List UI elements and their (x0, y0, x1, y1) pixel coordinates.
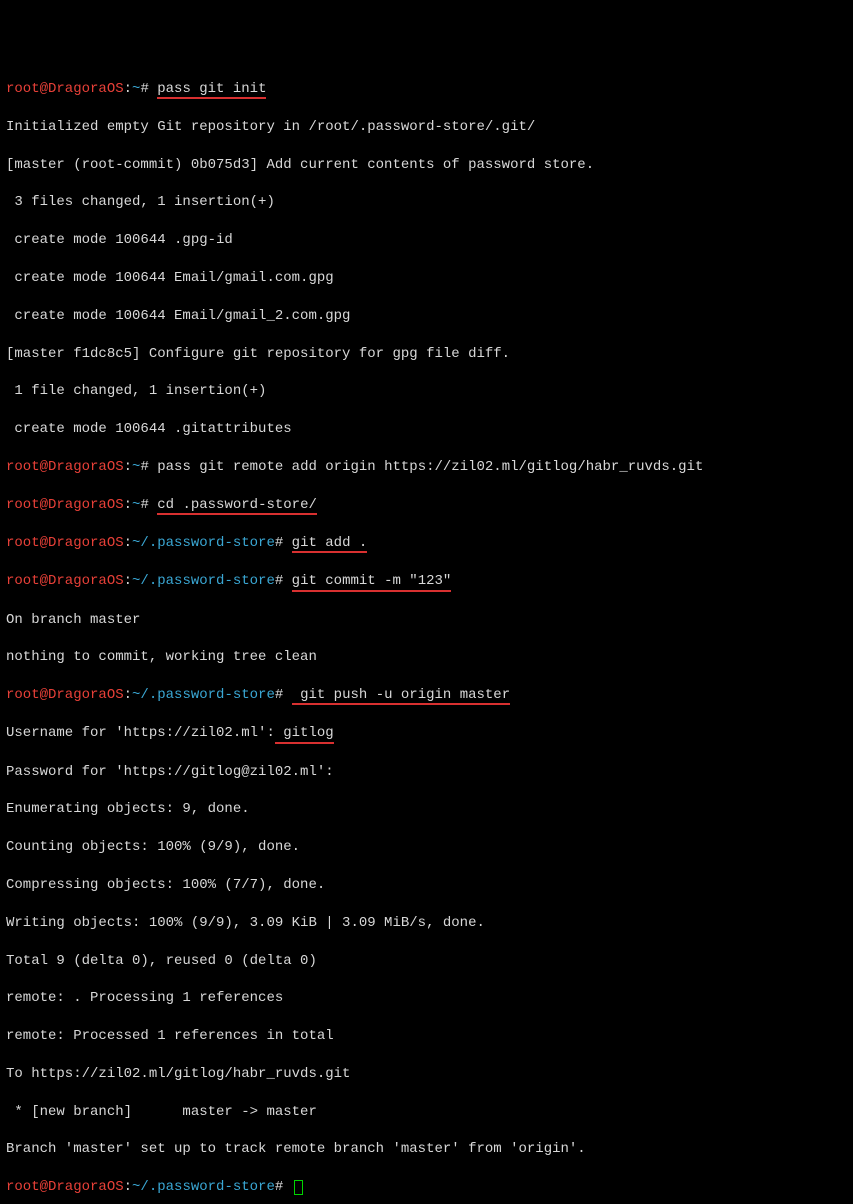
terminal-output: Password for 'https://gitlog@zil02.ml': (6, 763, 847, 782)
command-text: cd .password-store/ (157, 498, 317, 515)
terminal-line: root@DragoraOS:~# pass git remote add or… (6, 458, 847, 477)
terminal-line: root@DragoraOS:~# cd .password-store/ (6, 496, 847, 515)
terminal-line: root@DragoraOS:~# pass git init (6, 80, 847, 99)
terminal-line: root@DragoraOS:~/.password-store# git ad… (6, 534, 847, 553)
prompt-user: root@DragoraOS (6, 81, 124, 97)
terminal-output: To https://zil02.ml/gitlog/habr_ruvds.gi… (6, 1065, 847, 1084)
terminal-output: create mode 100644 Email/gmail_2.com.gpg (6, 307, 847, 326)
cursor-icon (294, 1180, 303, 1195)
terminal-line[interactable]: root@DragoraOS:~/.password-store# (6, 1178, 847, 1197)
command-text: pass git remote add origin https://zil02… (157, 459, 703, 475)
command-text: git commit -m "123" (292, 574, 452, 591)
terminal-output: Writing objects: 100% (9/9), 3.09 KiB | … (6, 914, 847, 933)
terminal-line: root@DragoraOS:~/.password-store# git co… (6, 572, 847, 591)
terminal-output: Enumerating objects: 9, done. (6, 800, 847, 819)
terminal-output: [master (root-commit) 0b075d3] Add curre… (6, 156, 847, 175)
terminal-line: root@DragoraOS:~/.password-store# git pu… (6, 686, 847, 705)
user-input: gitlog (275, 726, 334, 743)
command-text: git push -u origin master (292, 688, 510, 705)
command-text: pass git init (157, 82, 266, 99)
terminal-output: Branch 'master' set up to track remote b… (6, 1140, 847, 1159)
terminal-output: remote: . Processing 1 references (6, 989, 847, 1008)
terminal-output: 1 file changed, 1 insertion(+) (6, 382, 847, 401)
terminal-output: create mode 100644 Email/gmail.com.gpg (6, 269, 847, 288)
terminal-output: nothing to commit, working tree clean (6, 648, 847, 667)
terminal-output: Username for 'https://zil02.ml': gitlog (6, 724, 847, 743)
terminal-output: remote: Processed 1 references in total (6, 1027, 847, 1046)
terminal-output: On branch master (6, 611, 847, 630)
terminal-output: * [new branch] master -> master (6, 1103, 847, 1122)
terminal-output: Initialized empty Git repository in /roo… (6, 118, 847, 137)
terminal-output: [master f1dc8c5] Configure git repositor… (6, 345, 847, 364)
terminal-output: create mode 100644 .gitattributes (6, 420, 847, 439)
terminal-output: Compressing objects: 100% (7/7), done. (6, 876, 847, 895)
terminal-output: Counting objects: 100% (9/9), done. (6, 838, 847, 857)
terminal-output: Total 9 (delta 0), reused 0 (delta 0) (6, 952, 847, 971)
terminal-output: create mode 100644 .gpg-id (6, 231, 847, 250)
command-text: git add . (292, 536, 368, 553)
terminal-output: 3 files changed, 1 insertion(+) (6, 193, 847, 212)
